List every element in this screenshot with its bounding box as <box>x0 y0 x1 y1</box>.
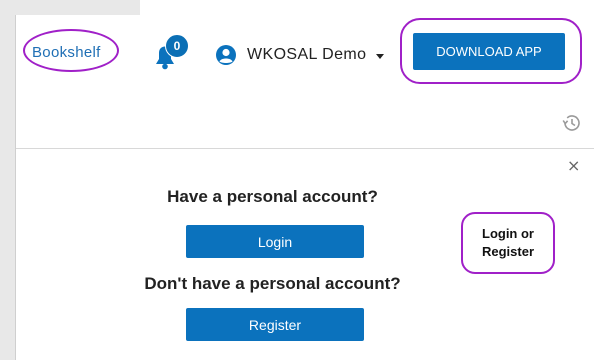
user-avatar-icon <box>216 45 236 65</box>
top-strip <box>15 0 140 15</box>
download-app-button[interactable]: DOWNLOAD APP <box>413 33 565 70</box>
register-button[interactable]: Register <box>186 308 364 341</box>
history-icon <box>562 115 580 131</box>
personal-account-heading: Have a personal account? <box>167 187 378 206</box>
bookshelf-highlight-circle <box>23 29 119 72</box>
user-menu[interactable]: WKOSAL Demo <box>215 44 385 66</box>
no-personal-account-heading: Don't have a personal account? <box>144 274 401 293</box>
chevron-down-icon <box>376 53 385 59</box>
notification-count-badge: 0 <box>165 34 189 58</box>
user-name: WKOSAL Demo <box>247 46 367 63</box>
callout-line-1: Login or <box>482 226 534 241</box>
callout-line-2: Register <box>481 244 535 259</box>
left-sidebar <box>0 0 16 360</box>
close-icon[interactable]: × <box>567 156 580 175</box>
login-register-callout: Login or Register <box>461 212 555 274</box>
login-button[interactable]: Login <box>186 225 364 258</box>
history-button[interactable] <box>561 112 583 134</box>
